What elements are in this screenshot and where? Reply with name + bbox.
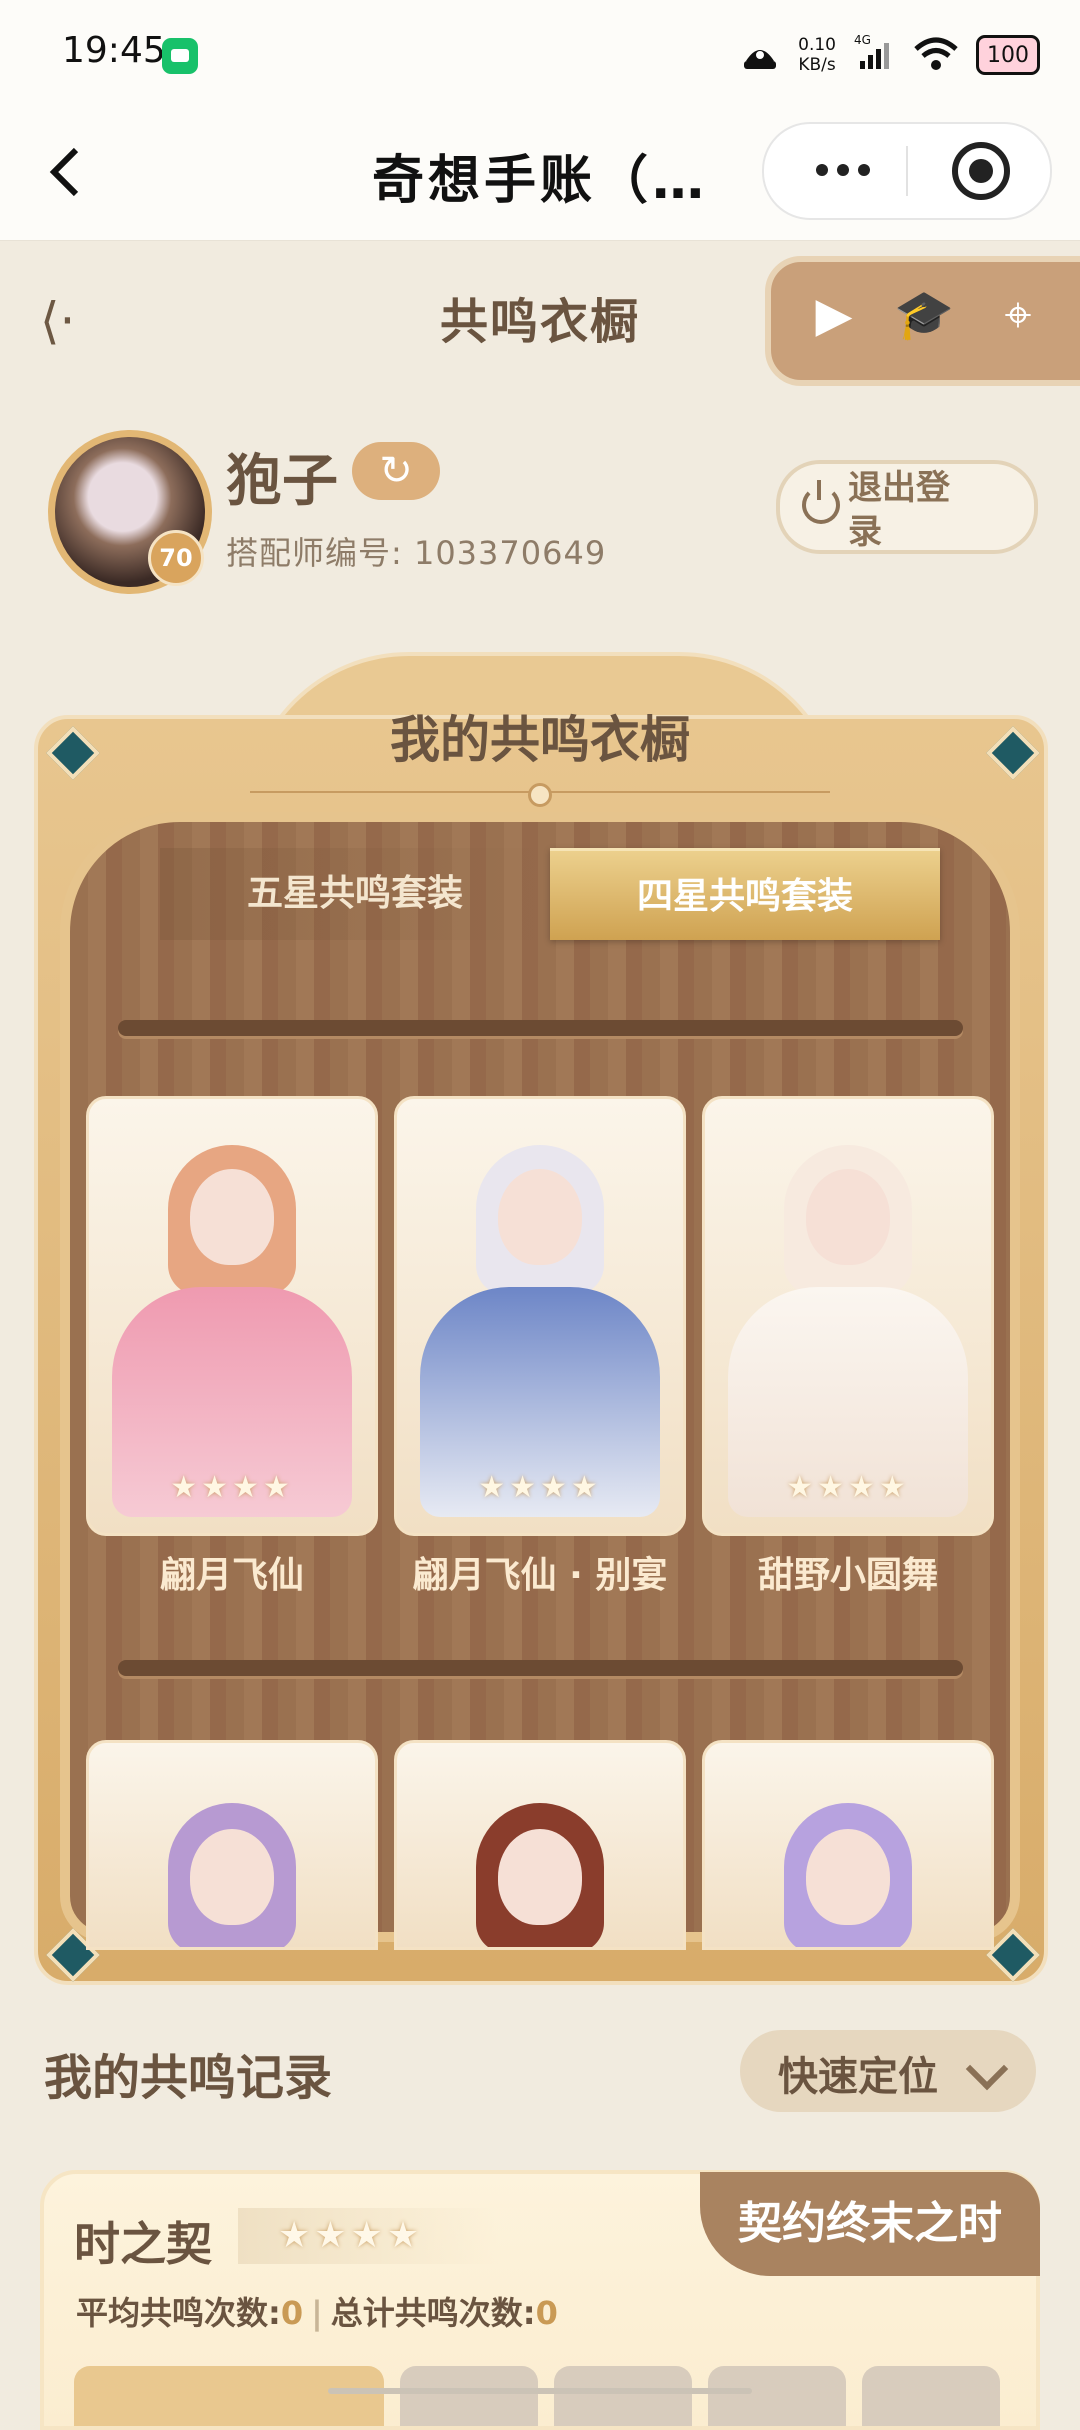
suit-stars: ★★★★ bbox=[170, 1470, 294, 1505]
page-header: ⟨· 共鸣衣橱 ▶ 🎓 ⌖ bbox=[0, 242, 1080, 392]
stats-separator: | bbox=[311, 2294, 323, 2332]
net-speed-unit: KB/s bbox=[798, 55, 836, 75]
close-target-icon[interactable] bbox=[952, 142, 1010, 200]
suit-face bbox=[806, 1829, 890, 1925]
suit-name: 甜野小圆舞 bbox=[757, 1555, 938, 1596]
shelf-divider bbox=[118, 1020, 963, 1036]
capsule-divider bbox=[906, 146, 908, 196]
miniprogram-titlebar: 奇想手账（… bbox=[0, 110, 1080, 241]
total-value: 0 bbox=[535, 2294, 558, 2332]
suit-card[interactable]: ★★★★ bbox=[394, 1096, 686, 1536]
record-thumbnail[interactable] bbox=[708, 2366, 846, 2426]
suit-face bbox=[190, 1829, 274, 1925]
wardrobe-title: 我的共鸣衣橱 bbox=[390, 711, 690, 769]
suit-row-1: ★★★★ 翩月飞仙 ★★★★ 翩月飞仙 · 别宴 ★★★★ 甜野小圆舞 bbox=[86, 1096, 996, 1598]
record-thumbnail[interactable] bbox=[554, 2366, 692, 2426]
avg-value: 0 bbox=[280, 2294, 304, 2332]
wechat-miniprogram-icon bbox=[162, 38, 198, 74]
suit-stars: ★★★★ bbox=[786, 1470, 910, 1505]
quick-locate-button[interactable]: 快速定位 bbox=[740, 2030, 1036, 2112]
record-thumbnail[interactable] bbox=[400, 2366, 538, 2426]
record-stats: 平均共鸣次数:0 | 总计共鸣次数:0 bbox=[76, 2288, 558, 2334]
power-icon bbox=[802, 480, 840, 524]
tab-five-star[interactable]: 五星共鸣套装 bbox=[160, 848, 550, 940]
suit-face bbox=[498, 1169, 582, 1265]
more-dots-icon[interactable] bbox=[816, 164, 870, 176]
quick-action-bar: ▶ 🎓 ⌖ bbox=[765, 256, 1080, 386]
miniprogram-capsule bbox=[762, 122, 1052, 220]
alarm-icon bbox=[744, 50, 777, 69]
suit-face bbox=[498, 1829, 582, 1925]
suit-name: 翩月飞仙 bbox=[159, 1555, 304, 1596]
record-tag: 契约终末之时 bbox=[700, 2172, 1040, 2276]
status-icons: 0.10 KB/s 4G 100 bbox=[740, 28, 1040, 82]
status-bar: 19:45 0.10 KB/s 4G 100 bbox=[0, 0, 1080, 110]
record-thumbnails bbox=[74, 2366, 1034, 2426]
wardrobe-tabs: 五星共鸣套装 四星共鸣套装 bbox=[160, 848, 940, 940]
map-pin-icon[interactable]: ⌖ bbox=[983, 280, 1053, 350]
home-indicator[interactable] bbox=[328, 2388, 752, 2394]
tab-four-star[interactable]: 四星共鸣套装 bbox=[550, 848, 940, 940]
suit-card[interactable] bbox=[86, 1740, 378, 1950]
nickname: 狍子 bbox=[226, 449, 338, 514]
play-arrow-icon[interactable]: ▶ bbox=[799, 280, 869, 350]
record-thumbnail[interactable] bbox=[74, 2366, 384, 2426]
suit-stars: ★★★★ bbox=[478, 1470, 602, 1505]
record-stars: ★★★★ bbox=[238, 2208, 498, 2264]
suit-face bbox=[190, 1169, 274, 1265]
suit-item[interactable]: ★★★★ 翩月飞仙 bbox=[86, 1096, 378, 1598]
signal-icon: 4G bbox=[854, 33, 896, 73]
logout-label: 退出登录 bbox=[848, 468, 950, 552]
suit-item[interactable]: ★★★★ 甜野小圆舞 bbox=[702, 1096, 994, 1598]
level-badge: 70 bbox=[148, 530, 204, 586]
logout-button[interactable]: 退出登录 bbox=[776, 460, 1038, 554]
net-speed: 0.10 KB/s bbox=[798, 35, 836, 75]
suit-card[interactable]: ★★★★ bbox=[702, 1096, 994, 1536]
record-thumbnail[interactable] bbox=[862, 2366, 1000, 2426]
signal-label: 4G bbox=[854, 33, 871, 47]
divider-gem-icon bbox=[528, 783, 552, 807]
status-time: 19:45 bbox=[62, 30, 166, 71]
refresh-icon[interactable]: ↻ bbox=[352, 442, 440, 500]
graduate-cap-icon[interactable]: 🎓 bbox=[889, 280, 959, 350]
suit-card[interactable] bbox=[394, 1740, 686, 1950]
shelf-divider bbox=[118, 1660, 963, 1676]
suit-card[interactable] bbox=[702, 1740, 994, 1950]
net-speed-value: 0.10 bbox=[798, 35, 836, 55]
wifi-icon bbox=[914, 37, 958, 70]
record-name: 时之契 bbox=[74, 2217, 212, 2271]
records-title: 我的共鸣记录 bbox=[44, 2050, 333, 2106]
suit-row-2 bbox=[86, 1740, 996, 1950]
designer-id: 搭配师编号: 103370649 bbox=[226, 534, 607, 572]
battery-icon: 100 bbox=[976, 35, 1040, 75]
suit-name: 翩月飞仙 · 别宴 bbox=[412, 1555, 668, 1596]
total-label: 总计共鸣次数: bbox=[330, 2294, 536, 2332]
chevron-down-icon bbox=[965, 2047, 1009, 2091]
suit-face bbox=[806, 1169, 890, 1265]
suit-item[interactable]: ★★★★ 翩月飞仙 · 别宴 bbox=[394, 1096, 686, 1598]
quick-locate-label: 快速定位 bbox=[778, 2054, 938, 2100]
avg-label: 平均共鸣次数: bbox=[76, 2294, 281, 2332]
suit-card[interactable]: ★★★★ bbox=[86, 1096, 378, 1536]
